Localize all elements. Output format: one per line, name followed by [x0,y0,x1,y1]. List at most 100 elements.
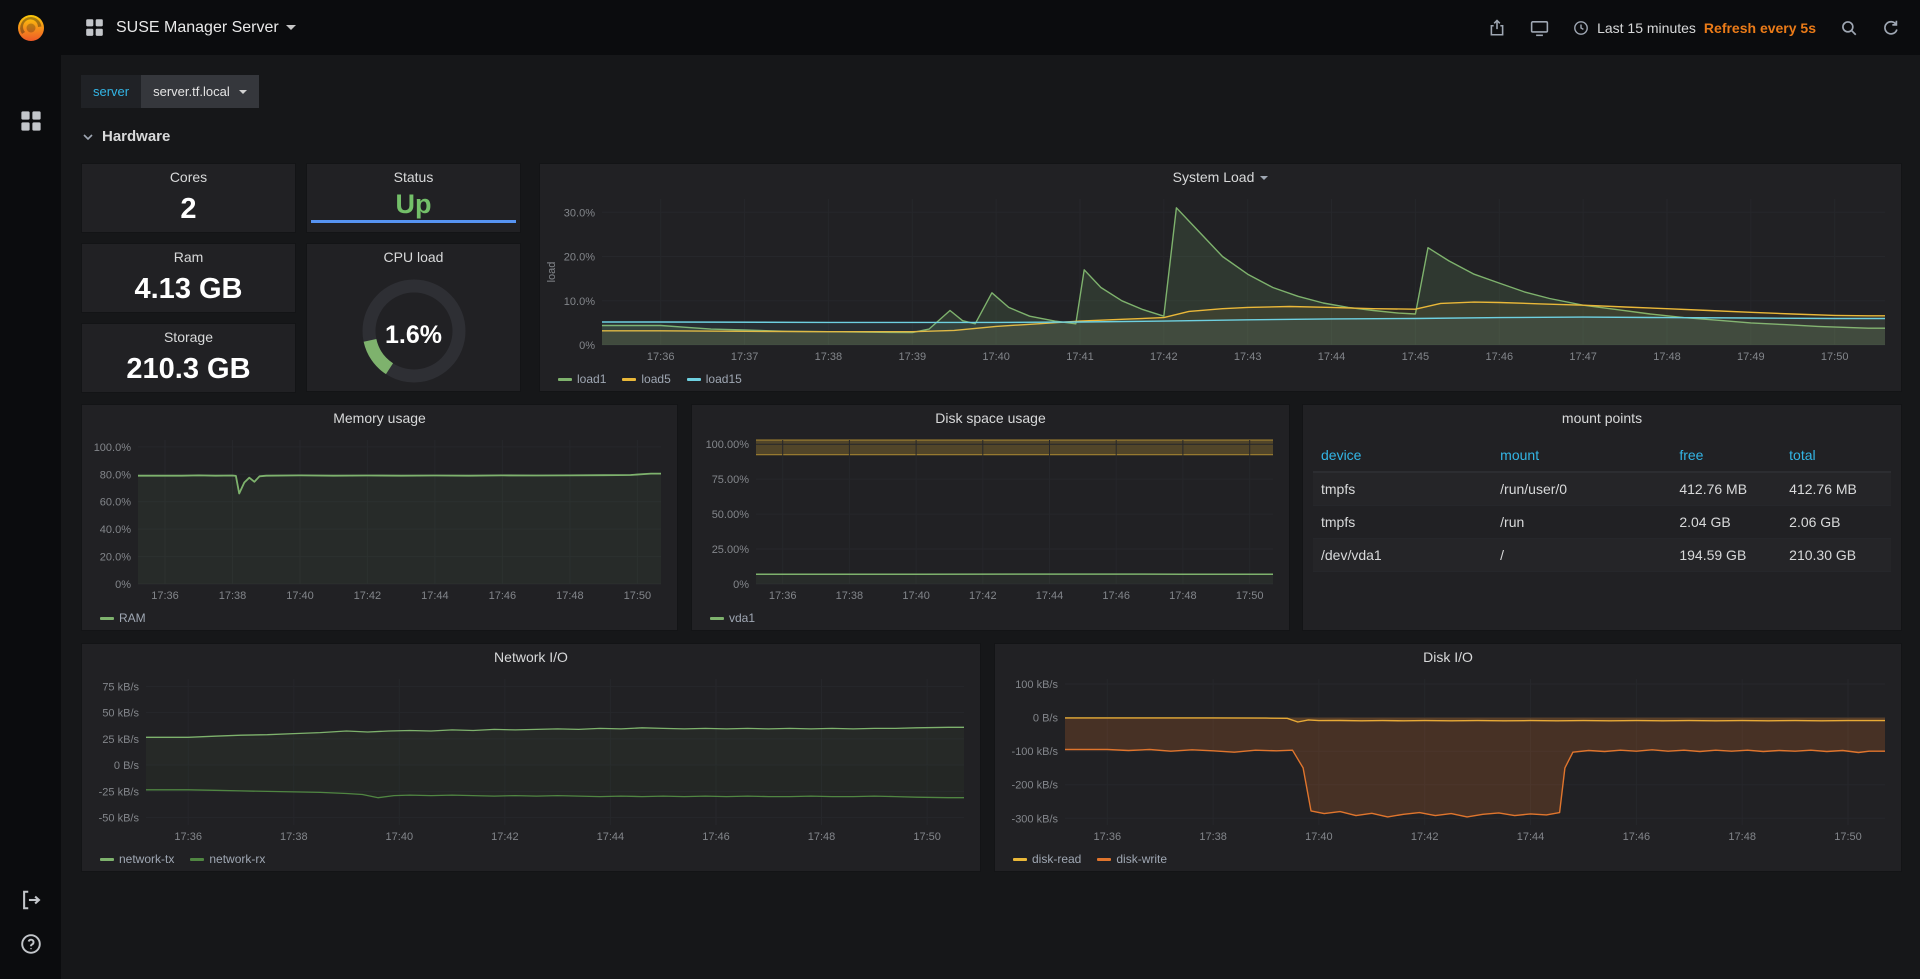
svg-text:20.0%: 20.0% [564,252,595,264]
panel-title[interactable]: Cores [82,164,295,191]
legend-item-disk-read[interactable]: disk-read [1013,852,1081,866]
chart-canvas[interactable]: 0%10.0%20.0%30.0%17:3617:3717:3817:3917:… [544,192,1893,365]
svg-text:17:47: 17:47 [1569,351,1597,363]
panel-title-text: System Load [1173,169,1255,185]
panel-storage: Storage 210.3 GB [81,323,296,393]
col-header-free[interactable]: free [1671,439,1781,472]
svg-text:17:44: 17:44 [421,590,449,602]
legend-label: network-rx [209,852,265,866]
panel-title[interactable]: Status [307,164,520,191]
time-picker[interactable]: Last 15 minutes Refresh every 5s [1573,20,1816,36]
svg-text:17:42: 17:42 [1150,351,1178,363]
grafana-logo[interactable] [0,0,61,55]
table-header-row: device mount free total [1313,439,1891,472]
svg-text:17:50: 17:50 [1236,590,1264,602]
panel-title[interactable]: System Load [540,164,1901,191]
search-icon[interactable] [1840,19,1858,37]
svg-text:40.0%: 40.0% [100,524,131,536]
svg-text:17:44: 17:44 [1318,351,1346,363]
svg-text:17:40: 17:40 [386,831,414,843]
legend-item-network-rx[interactable]: network-rx [190,852,265,866]
chart-canvas[interactable]: 75 kB/s50 kB/s25 kB/s0 B/s-25 kB/s-50 kB… [86,672,972,845]
legend-label: load15 [706,372,742,386]
top-navbar: SUSE Manager Server Last 15 minutes Refr… [0,0,1920,55]
dashboard-title[interactable]: SUSE Manager Server [116,19,279,37]
svg-text:17:40: 17:40 [902,590,930,602]
panel-title[interactable]: Storage [82,324,295,351]
stat-value: Up [307,189,520,220]
svg-text:0%: 0% [733,579,749,591]
chart-canvas[interactable]: 0%25.00%50.00%75.00%100.00%17:3617:3817:… [696,433,1281,604]
legend-item-RAM[interactable]: RAM [100,611,146,625]
variable-value-text: server.tf.local [153,84,230,99]
disk-io-chart[interactable]: 100 kB/s0 B/s-100 kB/s-200 kB/s-300 kB/s… [999,672,1893,845]
variable-value-dropdown[interactable]: server.tf.local [141,75,259,108]
svg-text:17:46: 17:46 [702,831,730,843]
variable-label: server [81,75,141,108]
stat-value: 4.13 GB [82,273,295,306]
caret-down-icon [1260,176,1268,180]
legend-item-network-tx[interactable]: network-tx [100,852,174,866]
svg-text:80.0%: 80.0% [100,469,131,481]
panel-title[interactable]: Disk space usage [692,405,1289,432]
mount-points-table: device mount free total tmpfs/run/user/0… [1313,439,1891,572]
share-icon[interactable] [1488,19,1506,37]
sign-in-icon[interactable] [0,878,61,922]
mount-table-body: tmpfs/run/user/0412.76 MB412.76 MBtmpfs/… [1313,472,1891,572]
apps-grid-icon[interactable] [0,99,61,143]
panel-title[interactable]: CPU load [307,244,520,271]
chart-canvas[interactable]: 100 kB/s0 B/s-100 kB/s-200 kB/s-300 kB/s… [999,672,1893,845]
dashboard-grid-icon[interactable] [85,18,104,37]
svg-text:30.0%: 30.0% [564,207,595,219]
disk-space-chart[interactable]: 0%25.00%50.00%75.00%100.00%17:3617:3817:… [696,433,1281,604]
svg-text:50.00%: 50.00% [712,509,750,521]
panel-title[interactable]: Memory usage [82,405,677,432]
panel-memory-usage: Memory usage 0%20.0%40.0%60.0%80.0%100.0… [81,404,678,631]
tv-icon[interactable] [1530,19,1549,37]
table-cell: 2.04 GB [1671,506,1781,539]
col-header-total[interactable]: total [1781,439,1891,472]
legend-item-disk-write[interactable]: disk-write [1097,852,1167,866]
panel-title[interactable]: Network I/O [82,644,980,671]
panel-title[interactable]: Disk I/O [995,644,1901,671]
svg-text:17:48: 17:48 [808,831,836,843]
legend-label: network-tx [119,852,174,866]
svg-text:17:46: 17:46 [489,590,517,602]
chart-canvas[interactable]: 0%20.0%40.0%60.0%80.0%100.0%17:3617:3817… [86,433,669,604]
table-row: tmpfs/run/user/0412.76 MB412.76 MB [1313,472,1891,506]
panel-network-io: Network I/O 75 kB/s50 kB/s25 kB/s0 B/s-2… [81,643,981,872]
refresh-icon[interactable] [1882,19,1900,37]
svg-text:17:39: 17:39 [899,351,927,363]
col-header-mount[interactable]: mount [1492,439,1671,472]
legend-swatch [687,378,701,381]
legend-item-load15[interactable]: load15 [687,372,742,386]
panel-title[interactable]: Ram [82,244,295,271]
row-header-hardware[interactable]: Hardware [82,128,170,145]
legend-swatch [100,617,114,620]
svg-text:17:38: 17:38 [815,351,843,363]
refresh-interval-label: Refresh every 5s [1704,20,1816,36]
legend-label: RAM [119,611,146,625]
table-cell: 210.30 GB [1781,539,1891,572]
svg-text:20.0%: 20.0% [100,552,131,564]
col-header-device[interactable]: device [1313,439,1492,472]
panel-cpu-load: CPU load 1.6% [306,243,521,392]
system-load-chart[interactable]: 0%10.0%20.0%30.0%17:3617:3717:3817:3917:… [544,192,1893,365]
svg-text:100.00%: 100.00% [706,439,750,451]
svg-text:0%: 0% [579,340,595,352]
svg-text:17:48: 17:48 [1728,831,1756,843]
panel-title[interactable]: mount points [1303,405,1901,432]
help-icon[interactable] [0,922,61,966]
memory-chart[interactable]: 0%20.0%40.0%60.0%80.0%100.0%17:3617:3817… [86,433,669,604]
svg-text:0 B/s: 0 B/s [1033,713,1059,725]
legend-item-load5[interactable]: load5 [622,372,670,386]
legend-swatch [710,617,724,620]
legend-item-load1[interactable]: load1 [558,372,606,386]
panel-ram: Ram 4.13 GB [81,243,296,313]
legend-label: disk-read [1032,852,1081,866]
legend-label: load5 [641,372,670,386]
svg-text:60.0%: 60.0% [100,497,131,509]
legend-item-vda1[interactable]: vda1 [710,611,755,625]
network-io-chart[interactable]: 75 kB/s50 kB/s25 kB/s0 B/s-25 kB/s-50 kB… [86,672,972,845]
svg-text:75.00%: 75.00% [712,474,750,486]
